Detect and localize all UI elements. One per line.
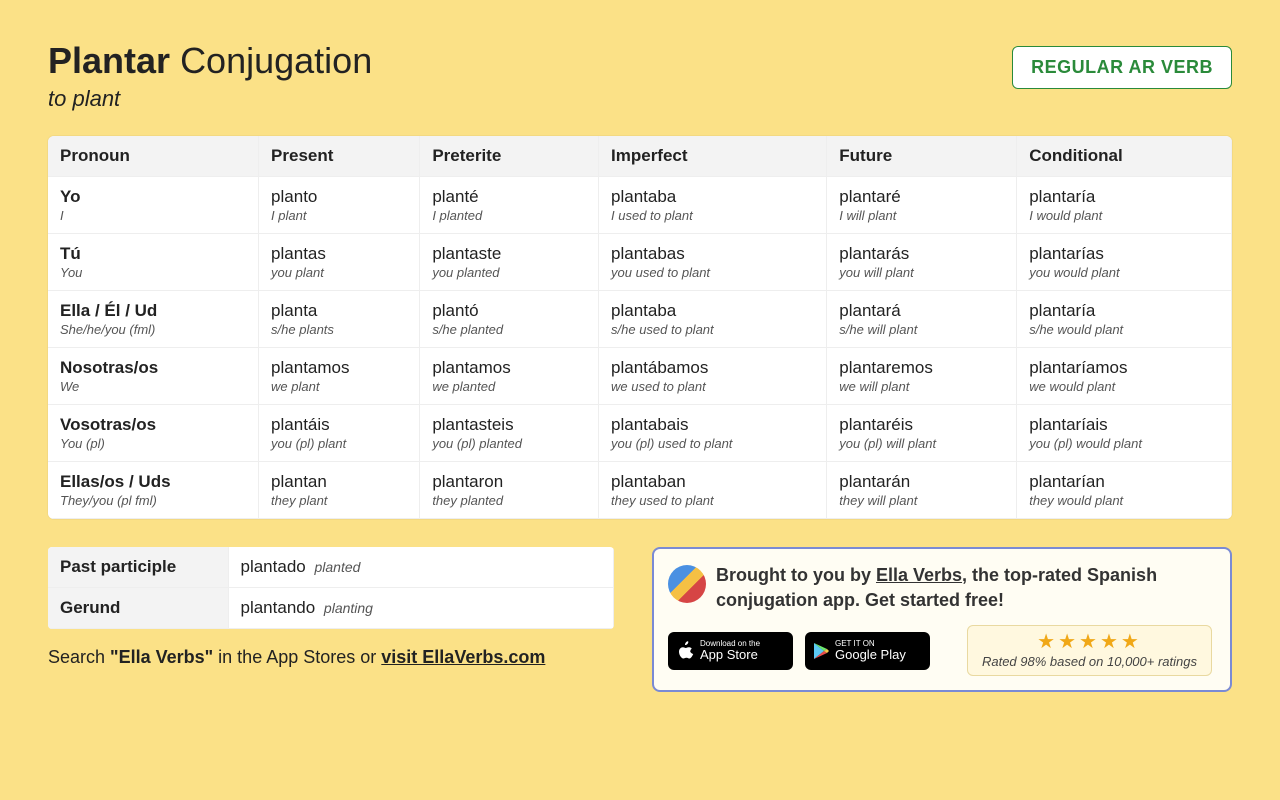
conjugation-cell: plantabaisyou (pl) used to plant <box>599 405 827 462</box>
conjugation-cell: plantaríamoswe would plant <box>1017 348 1232 405</box>
column-header: Preterite <box>420 136 599 177</box>
rating-text: Rated 98% based on 10,000+ ratings <box>982 654 1197 669</box>
google-play-icon <box>813 642 829 660</box>
column-header: Future <box>827 136 1017 177</box>
conjugation-cell: plantabasyou used to plant <box>599 234 827 291</box>
column-header: Conditional <box>1017 136 1232 177</box>
pronoun-cell: TúYou <box>48 234 259 291</box>
verb-type-badge: REGULAR AR VERB <box>1012 46 1232 89</box>
past-participle-label: Past participle <box>48 547 228 588</box>
conjugation-cell: plantanthey plant <box>259 462 420 519</box>
conjugation-cell: plantaréisyou (pl) will plant <box>827 405 1017 462</box>
conjugation-cell: plantaríanthey would plant <box>1017 462 1232 519</box>
conjugation-cell: plantarás/he will plant <box>827 291 1017 348</box>
conjugation-cell: plantoI plant <box>259 177 420 234</box>
conjugation-cell: plantaréI will plant <box>827 177 1017 234</box>
conjugation-cell: plantós/he planted <box>420 291 599 348</box>
visit-link[interactable]: visit EllaVerbs.com <box>381 647 545 667</box>
search-hint: Search "Ella Verbs" in the App Stores or… <box>48 647 614 668</box>
google-play-button[interactable]: GET IT ON Google Play <box>805 632 930 670</box>
table-row: Gerund plantando planting <box>48 588 614 629</box>
conjugation-cell: plantaríaisyou (pl) would plant <box>1017 405 1232 462</box>
table-row: Ella / Él / UdShe/he/you (fml)plantas/he… <box>48 291 1232 348</box>
conjugation-cell: plantaríasyou would plant <box>1017 234 1232 291</box>
conjugation-cell: plantas/he plants <box>259 291 420 348</box>
table-row: Vosotras/osYou (pl)plantáisyou (pl) plan… <box>48 405 1232 462</box>
past-participle-value: plantado planted <box>228 547 614 588</box>
conjugation-cell: plantabaI used to plant <box>599 177 827 234</box>
gerund-label: Gerund <box>48 588 228 629</box>
promo-card: Brought to you by Ella Verbs, the top-ra… <box>652 547 1232 692</box>
conjugation-cell: plantarásyou will plant <box>827 234 1017 291</box>
title-suffix: Conjugation <box>180 40 372 81</box>
table-row: Ellas/os / UdsThey/you (pl fml)plantanth… <box>48 462 1232 519</box>
conjugation-cell: plantaríaI would plant <box>1017 177 1232 234</box>
table-row: Past participle plantado planted <box>48 547 614 588</box>
promo-text: Brought to you by Ella Verbs, the top-ra… <box>716 563 1212 613</box>
rating-box: ★★★★★ Rated 98% based on 10,000+ ratings <box>967 625 1212 676</box>
app-icon <box>668 565 706 603</box>
conjugation-cell: plantáisyou (pl) plant <box>259 405 420 462</box>
conjugation-cell: plantabanthey used to plant <box>599 462 827 519</box>
table-row: Nosotras/osWeplantamoswe plantplantamosw… <box>48 348 1232 405</box>
verb-translation: to plant <box>48 86 372 112</box>
column-header: Imperfect <box>599 136 827 177</box>
pronoun-cell: YoI <box>48 177 259 234</box>
participle-table: Past participle plantado planted Gerund … <box>48 547 614 629</box>
conjugation-cell: plantasyou plant <box>259 234 420 291</box>
conjugation-cell: plantaremoswe will plant <box>827 348 1017 405</box>
conjugation-cell: plantarías/he would plant <box>1017 291 1232 348</box>
pronoun-cell: Nosotras/osWe <box>48 348 259 405</box>
pronoun-cell: Ellas/os / UdsThey/you (pl fml) <box>48 462 259 519</box>
conjugation-cell: plantasteisyou (pl) planted <box>420 405 599 462</box>
page-title: Plantar Conjugation <box>48 40 372 82</box>
gerund-value: plantando planting <box>228 588 614 629</box>
table-header-row: PronounPresentPreteriteImperfectFutureCo… <box>48 136 1232 177</box>
conjugation-cell: plantabas/he used to plant <box>599 291 827 348</box>
apple-icon <box>676 640 694 662</box>
conjugation-cell: plantasteyou planted <box>420 234 599 291</box>
pronoun-cell: Ella / Él / UdShe/he/you (fml) <box>48 291 259 348</box>
conjugation-cell: plantaronthey planted <box>420 462 599 519</box>
table-row: TúYouplantasyou plantplantasteyou plante… <box>48 234 1232 291</box>
ella-verbs-link[interactable]: Ella Verbs <box>876 565 962 585</box>
verb-name: Plantar <box>48 40 170 81</box>
star-icon: ★★★★★ <box>982 632 1197 652</box>
conjugation-cell: plantábamoswe used to plant <box>599 348 827 405</box>
conjugation-cell: plantéI planted <box>420 177 599 234</box>
table-row: YoIplantoI plantplantéI plantedplantabaI… <box>48 177 1232 234</box>
app-store-button[interactable]: Download on the App Store <box>668 632 793 670</box>
column-header: Pronoun <box>48 136 259 177</box>
conjugation-cell: plantamoswe planted <box>420 348 599 405</box>
pronoun-cell: Vosotras/osYou (pl) <box>48 405 259 462</box>
column-header: Present <box>259 136 420 177</box>
conjugation-table: PronounPresentPreteriteImperfectFutureCo… <box>48 136 1232 519</box>
conjugation-cell: plantaránthey will plant <box>827 462 1017 519</box>
conjugation-cell: plantamoswe plant <box>259 348 420 405</box>
